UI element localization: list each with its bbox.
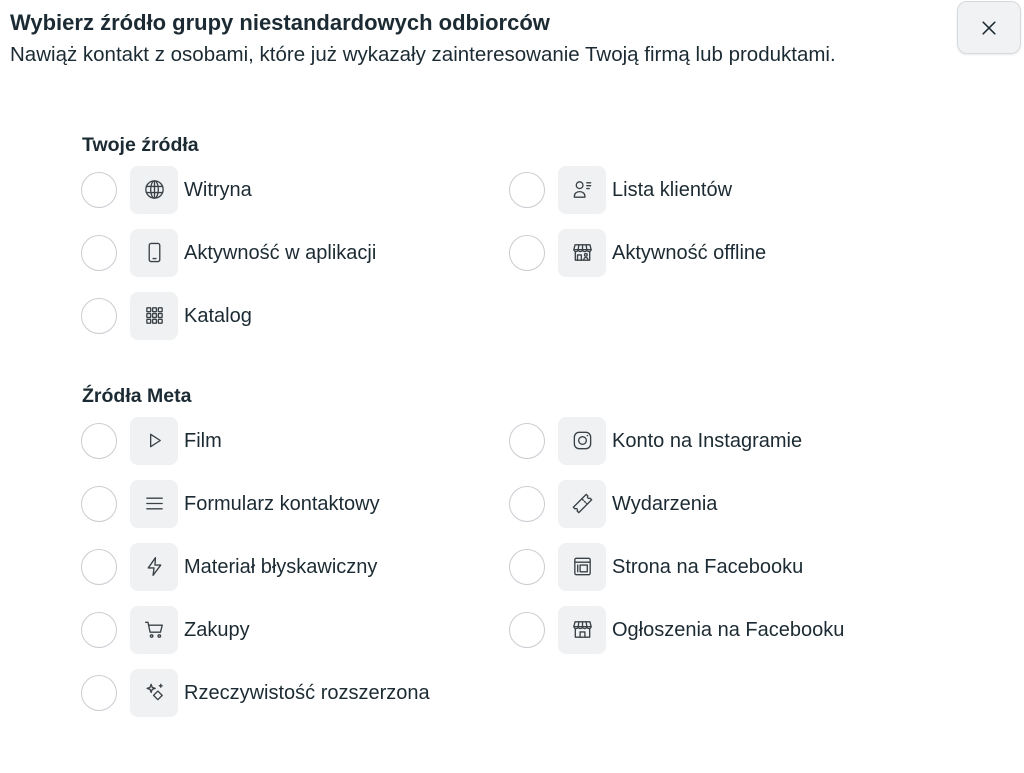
customer-list-radio[interactable] (509, 171, 545, 208)
play-icon (130, 416, 178, 465)
section-heading-your-sources: Twoje źródła (82, 134, 199, 156)
catalog-radio[interactable] (81, 297, 117, 334)
offline-activity-label: Aktywność offline (612, 241, 767, 264)
option-lead-form[interactable]: Formularz kontaktowy (81, 472, 509, 535)
option-instant-experience[interactable]: Materiał błyskawiczny (81, 535, 509, 598)
option-customer-list[interactable]: Lista klientów (509, 158, 937, 221)
lead-form-label: Formularz kontaktowy (184, 492, 380, 515)
augmented-reality-label: Rzeczywistość rozszerzona (184, 681, 430, 704)
mobile-phone-icon (130, 228, 178, 277)
events-radio[interactable] (509, 485, 545, 522)
app-activity-radio[interactable] (81, 234, 117, 271)
lightning-icon (130, 542, 178, 591)
globe-icon (130, 165, 178, 214)
section-heading-meta-sources: Źródła Meta (82, 385, 192, 407)
facebook-listings-label: Ogłoszenia na Facebooku (612, 618, 845, 641)
facebook-page-label: Strona na Facebooku (612, 555, 804, 578)
option-offline-activity[interactable]: Aktywność offline (509, 221, 937, 284)
storefront-icon (558, 605, 606, 654)
instagram-icon (558, 416, 606, 465)
catalog-grid-icon (130, 291, 178, 340)
meta-sources-options: Film Konto na Instagramie Formularz kont… (81, 409, 937, 724)
facebook-listings-radio[interactable] (509, 611, 545, 648)
option-facebook-listings[interactable]: Ogłoszenia na Facebooku (509, 598, 937, 661)
close-icon (982, 20, 996, 35)
shopping-radio[interactable] (81, 611, 117, 648)
option-augmented-reality[interactable]: Rzeczywistość rozszerzona (81, 661, 509, 724)
customer-list-icon (558, 165, 606, 214)
lead-form-radio[interactable] (81, 485, 117, 522)
shopping-label: Zakupy (184, 618, 250, 641)
option-facebook-page[interactable]: Strona na Facebooku (509, 535, 937, 598)
instant-experience-label: Materiał błyskawiczny (184, 555, 378, 578)
events-label: Wydarzenia (612, 492, 718, 515)
facebook-page-radio[interactable] (509, 548, 545, 585)
shopping-cart-icon (130, 605, 178, 654)
website-label: Witryna (184, 178, 252, 201)
dialog-title: Wybierz źródło grupy niestandardowych od… (10, 10, 550, 35)
option-website[interactable]: Witryna (81, 158, 509, 221)
offline-activity-radio[interactable] (509, 234, 545, 271)
facebook-page-icon (558, 542, 606, 591)
video-label: Film (184, 429, 222, 452)
option-events[interactable]: Wydarzenia (509, 472, 937, 535)
ticket-icon (558, 479, 606, 528)
option-instagram-account[interactable]: Konto na Instagramie (509, 409, 937, 472)
form-lines-icon (130, 479, 178, 528)
instagram-account-radio[interactable] (509, 422, 545, 459)
option-shopping[interactable]: Zakupy (81, 598, 509, 661)
website-radio[interactable] (81, 171, 117, 208)
custom-audience-source-dialog: Wybierz źródło grupy niestandardowych od… (0, 0, 1024, 773)
store-icon (558, 228, 606, 277)
option-video[interactable]: Film (81, 409, 509, 472)
augmented-reality-radio[interactable] (81, 674, 117, 711)
customer-list-label: Lista klientów (612, 178, 733, 201)
sparkles-icon (130, 668, 178, 717)
meta-sources-section: Źródła Meta Film Konto na Instagramie Fo… (81, 384, 937, 724)
instagram-account-label: Konto na Instagramie (612, 429, 803, 452)
your-sources-section: Twoje źródła Witryna Lista klientów Akty… (81, 133, 937, 347)
video-radio[interactable] (81, 422, 117, 459)
close-button[interactable] (957, 1, 1021, 54)
option-catalog[interactable]: Katalog (81, 284, 509, 347)
dialog-subtitle: Nawiąż kontakt z osobami, które już wyka… (10, 43, 836, 66)
app-activity-label: Aktywność w aplikacji (184, 241, 377, 264)
catalog-label: Katalog (184, 304, 252, 327)
instant-experience-radio[interactable] (81, 548, 117, 585)
option-app-activity[interactable]: Aktywność w aplikacji (81, 221, 509, 284)
your-sources-options: Witryna Lista klientów Aktywność w aplik… (81, 158, 937, 347)
